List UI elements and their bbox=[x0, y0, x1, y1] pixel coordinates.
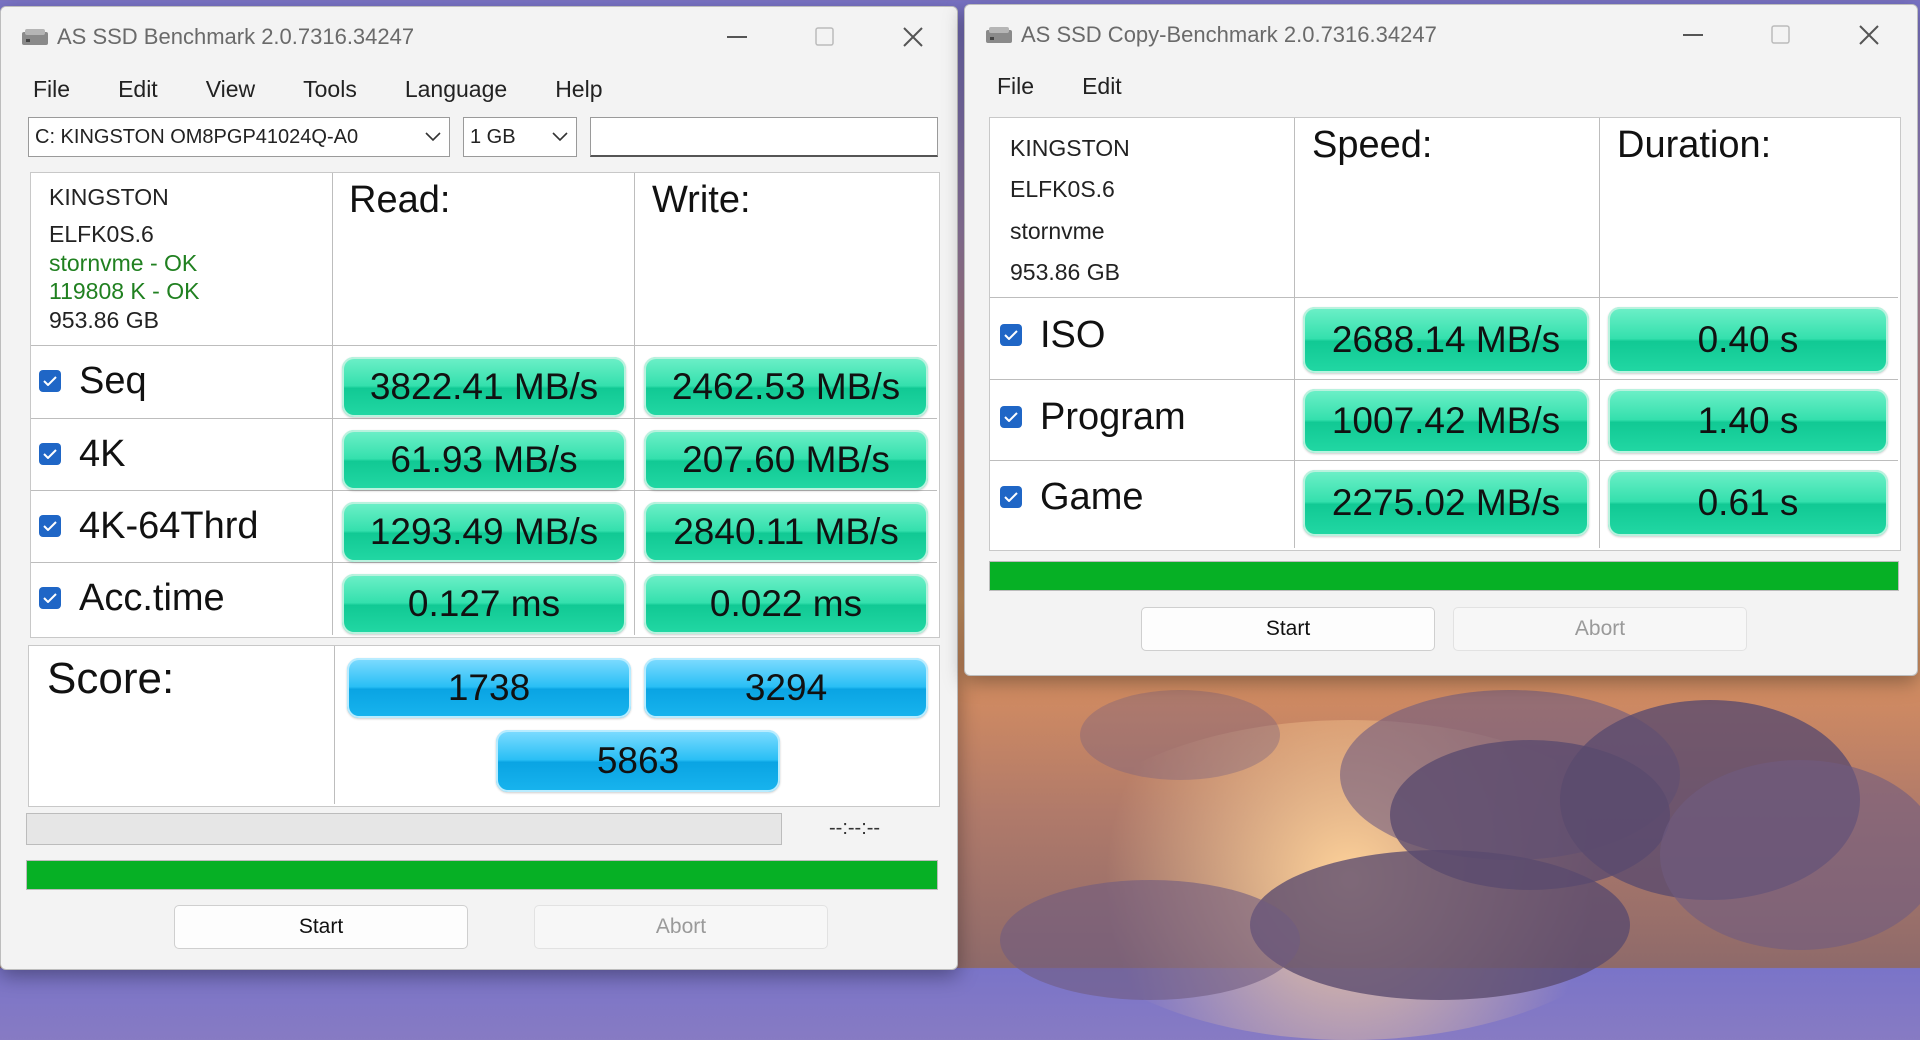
chevron-down-icon bbox=[552, 132, 568, 142]
minimize-button[interactable] bbox=[693, 7, 781, 67]
iso-speed-value: 2688.14 MB/s bbox=[1303, 307, 1589, 373]
program-speed-value: 1007.42 MB/s bbox=[1303, 389, 1589, 453]
score-read: 1738 bbox=[347, 658, 631, 718]
row-label-iso[interactable]: ISO bbox=[1000, 303, 1105, 367]
size-select-value: 1 GB bbox=[470, 125, 516, 148]
title-bar: AS SSD Copy-Benchmark 2.0.7316.34247 bbox=[965, 5, 1917, 65]
4k-label: 4K bbox=[79, 432, 126, 475]
4k-read-value: 61.93 MB/s bbox=[342, 430, 626, 490]
menu-tools[interactable]: Tools bbox=[279, 76, 381, 103]
seq-read-value: 3822.41 MB/s bbox=[342, 357, 626, 417]
program-duration-value: 1.40 s bbox=[1608, 389, 1888, 453]
row-label-program[interactable]: Program bbox=[1000, 385, 1186, 449]
acctime-read-value: 0.127 ms bbox=[342, 574, 626, 634]
4k64-write-value: 2840.11 MB/s bbox=[644, 502, 928, 562]
task-progress-bar bbox=[26, 813, 782, 845]
elapsed-time: --:--:-- bbox=[829, 817, 881, 839]
results-panel: KINGSTON ELFK0S.6 stornvme - OK 119808 K… bbox=[30, 172, 940, 638]
game-label: Game bbox=[1040, 475, 1144, 518]
window-title: AS SSD Copy-Benchmark 2.0.7316.34247 bbox=[1021, 22, 1437, 47]
seq-label: Seq bbox=[79, 359, 147, 402]
abort-button[interactable]: Abort bbox=[534, 905, 828, 949]
drive-firmware: ELFK0S.6 bbox=[49, 220, 154, 247]
game-speed-value: 2275.02 MB/s bbox=[1303, 470, 1589, 536]
drive-capacity: 953.86 GB bbox=[1010, 259, 1120, 286]
menu-language[interactable]: Language bbox=[381, 76, 531, 103]
size-select[interactable]: 1 GB bbox=[463, 117, 577, 157]
game-duration-value: 0.61 s bbox=[1608, 470, 1888, 536]
row-label-game[interactable]: Game bbox=[1000, 465, 1143, 529]
minimize-button[interactable] bbox=[1649, 5, 1737, 65]
driver-status: stornvme - OK bbox=[49, 249, 198, 276]
close-button[interactable] bbox=[1825, 5, 1913, 65]
title-bar: AS SSD Benchmark 2.0.7316.34247 bbox=[1, 7, 957, 67]
close-button[interactable] bbox=[869, 7, 957, 67]
menu-edit[interactable]: Edit bbox=[1058, 73, 1146, 100]
row-label-seq[interactable]: Seq bbox=[39, 351, 147, 411]
drive-select[interactable]: C: KINGSTON OM8PGP41024Q-A0 bbox=[28, 117, 450, 157]
row-label-acctime[interactable]: Acc.time bbox=[39, 568, 225, 628]
menu-file[interactable]: File bbox=[973, 73, 1058, 100]
copy-progress-bar bbox=[989, 561, 1899, 591]
menu-edit[interactable]: Edit bbox=[94, 76, 182, 103]
acctime-write-value: 0.022 ms bbox=[644, 574, 928, 634]
menu-file[interactable]: File bbox=[9, 76, 94, 103]
drive-firmware: ELFK0S.6 bbox=[1010, 176, 1115, 203]
drive-icon bbox=[22, 29, 48, 45]
drive-icon bbox=[986, 27, 1012, 43]
speed-header: Speed: bbox=[1312, 124, 1433, 166]
score-label: Score: bbox=[47, 654, 175, 703]
menu-help[interactable]: Help bbox=[531, 76, 626, 103]
benchmark-window: AS SSD Benchmark 2.0.7316.34247 File Edi… bbox=[0, 6, 958, 970]
4k64-read-value: 1293.49 MB/s bbox=[342, 502, 626, 562]
start-button[interactable]: Start bbox=[174, 905, 468, 949]
iso-duration-value: 0.40 s bbox=[1608, 307, 1888, 373]
seq-write-value: 2462.53 MB/s bbox=[644, 357, 928, 417]
4k64-label: 4K-64Thrd bbox=[79, 504, 259, 547]
write-header: Write: bbox=[652, 179, 751, 221]
drive-select-value: C: KINGSTON OM8PGP41024Q-A0 bbox=[35, 125, 359, 148]
drive-info: KINGSTON ELFK0S.6 stornvme - OK 119808 K… bbox=[49, 183, 199, 335]
score-write: 3294 bbox=[644, 658, 928, 718]
copy-results-panel: KINGSTON ELFK0S.6 stornvme 953.86 GB Spe… bbox=[989, 117, 1901, 551]
checkbox-checked-icon[interactable] bbox=[1000, 406, 1022, 428]
score-panel: Score: 1738 3294 5863 bbox=[28, 645, 940, 807]
maximize-button[interactable] bbox=[781, 7, 869, 67]
menu-bar: File Edit View Tools Language Help bbox=[1, 67, 957, 111]
abort-button[interactable]: Abort bbox=[1453, 607, 1747, 651]
window-title: AS SSD Benchmark 2.0.7316.34247 bbox=[57, 24, 415, 49]
drive-model: KINGSTON bbox=[49, 184, 169, 210]
start-button[interactable]: Start bbox=[1141, 607, 1435, 651]
iso-label: ISO bbox=[1040, 313, 1106, 356]
checkbox-checked-icon[interactable] bbox=[1000, 324, 1022, 346]
text-field[interactable] bbox=[590, 117, 938, 157]
drive-model: KINGSTON bbox=[1010, 135, 1130, 161]
checkbox-checked-icon[interactable] bbox=[39, 443, 61, 465]
acctime-label: Acc.time bbox=[79, 576, 225, 619]
copy-benchmark-window: AS SSD Copy-Benchmark 2.0.7316.34247 Fil… bbox=[964, 4, 1918, 676]
maximize-button[interactable] bbox=[1737, 5, 1825, 65]
checkbox-checked-icon[interactable] bbox=[1000, 486, 1022, 508]
duration-header: Duration: bbox=[1617, 124, 1772, 166]
drive-info: KINGSTON ELFK0S.6 stornvme 953.86 GB bbox=[1010, 128, 1130, 294]
alignment-status: 119808 K - OK bbox=[49, 278, 200, 305]
score-total: 5863 bbox=[496, 730, 780, 792]
driver-name: stornvme bbox=[1010, 217, 1105, 244]
chevron-down-icon bbox=[425, 132, 441, 142]
row-label-4k[interactable]: 4K bbox=[39, 424, 125, 484]
read-header: Read: bbox=[349, 179, 451, 221]
drive-capacity: 953.86 GB bbox=[49, 307, 159, 333]
checkbox-checked-icon[interactable] bbox=[39, 587, 61, 609]
program-label: Program bbox=[1040, 395, 1186, 438]
menu-view[interactable]: View bbox=[182, 76, 279, 103]
row-label-4k64[interactable]: 4K-64Thrd bbox=[39, 496, 259, 556]
overall-progress-bar bbox=[26, 860, 938, 890]
checkbox-checked-icon[interactable] bbox=[39, 515, 61, 537]
checkbox-checked-icon[interactable] bbox=[39, 370, 61, 392]
menu-bar: File Edit bbox=[965, 65, 1917, 107]
4k-write-value: 207.60 MB/s bbox=[644, 430, 928, 490]
